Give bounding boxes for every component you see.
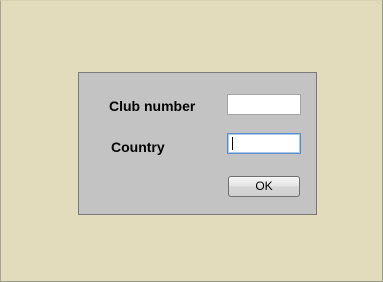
club-number-label: Club number [109,98,196,114]
app-window: Club number Country OK [0,0,383,282]
ok-button[interactable]: OK [228,176,300,197]
club-number-field[interactable] [227,94,301,115]
country-label: Country [111,139,165,155]
text-caret [232,137,233,150]
country-field[interactable] [227,133,301,154]
login-dialog: Club number Country OK [78,72,317,215]
